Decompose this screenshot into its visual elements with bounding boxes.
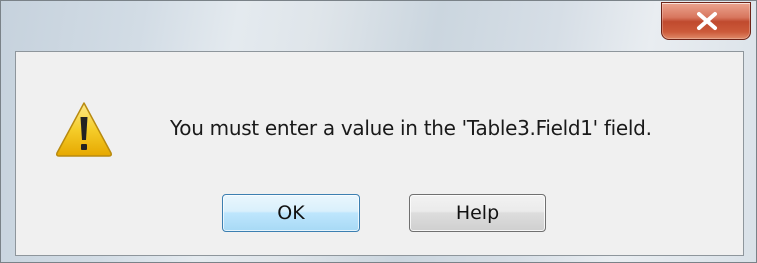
close-button[interactable] [661, 2, 751, 40]
close-icon [697, 12, 717, 30]
dialog-message: You must enter a value in the 'Table3.Fi… [170, 116, 652, 140]
dialog-body: You must enter a value in the 'Table3.Fi… [15, 51, 744, 256]
message-dialog: You must enter a value in the 'Table3.Fi… [0, 0, 757, 263]
warning-icon [54, 100, 114, 158]
ok-button[interactable]: OK [222, 194, 360, 232]
title-bar[interactable] [1, 1, 756, 51]
help-button[interactable]: Help [409, 194, 546, 232]
